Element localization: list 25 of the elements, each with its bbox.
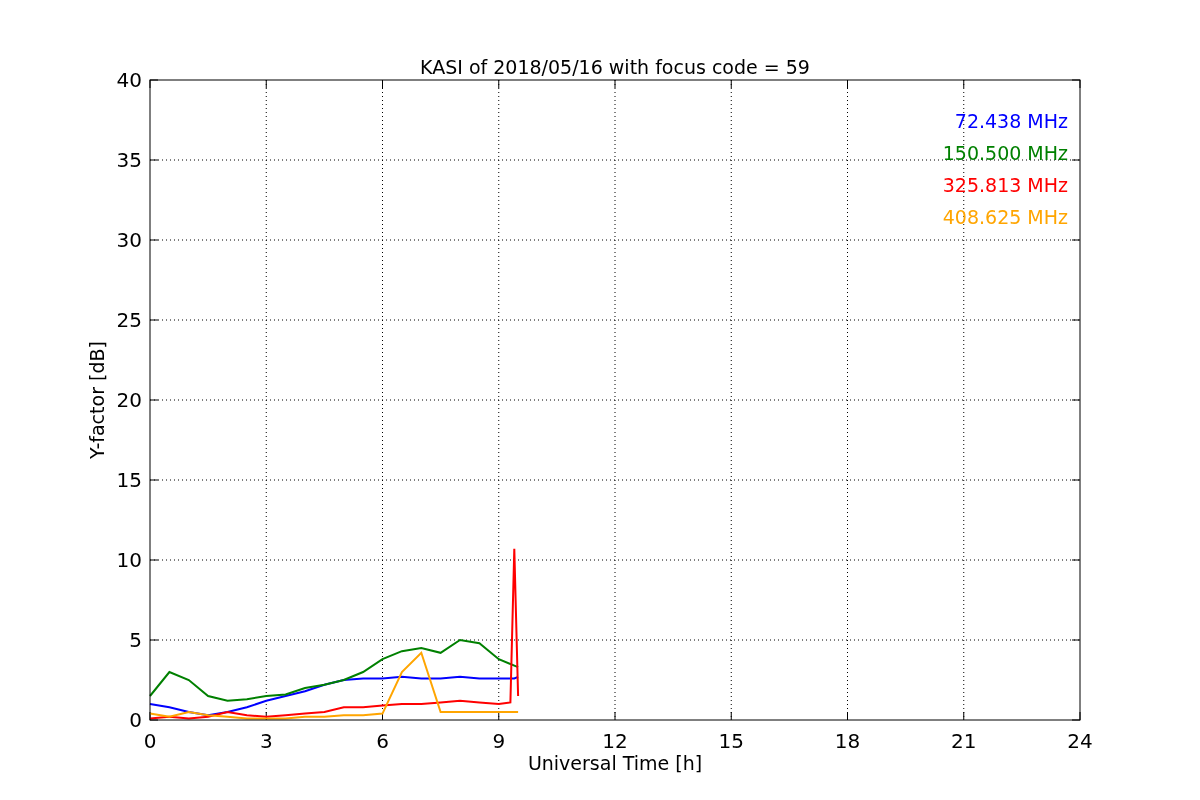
x-tick-label: 15	[718, 729, 744, 753]
legend-label: 150.500 MHz	[942, 142, 1068, 164]
x-tick-label: 18	[834, 729, 861, 753]
x-tick-label: 3	[259, 729, 273, 753]
y-axis-label: Y-factor [dB]	[86, 341, 108, 459]
y-tick-label: 10	[116, 548, 142, 572]
legend-label: 325.813 MHz	[942, 174, 1068, 196]
x-axis-label: Universal Time [h]	[527, 752, 703, 774]
chart-title: KASI of 2018/05/16 with focus code = 59	[420, 56, 810, 78]
x-tick-label: 24	[1067, 729, 1093, 753]
legend-label: 72.438 MHz	[954, 110, 1068, 132]
y-tick-label: 20	[116, 388, 142, 412]
legend-label: 408.625 MHz	[942, 206, 1068, 228]
x-tick-label: 9	[492, 729, 506, 753]
y-tick-label: 15	[116, 468, 142, 492]
y-tick-label: 40	[116, 68, 142, 92]
y-tick-label: 35	[116, 148, 142, 172]
y-tick-label: 5	[129, 628, 142, 652]
x-tick-label: 12	[602, 729, 628, 753]
x-tick-label: 6	[376, 729, 389, 753]
y-tick-label: 25	[116, 308, 142, 332]
y-tick-label: 0	[129, 708, 142, 732]
y-tick-label: 30	[116, 228, 142, 252]
x-tick-label: 0	[143, 729, 157, 753]
x-tick-label: 21	[951, 729, 977, 753]
